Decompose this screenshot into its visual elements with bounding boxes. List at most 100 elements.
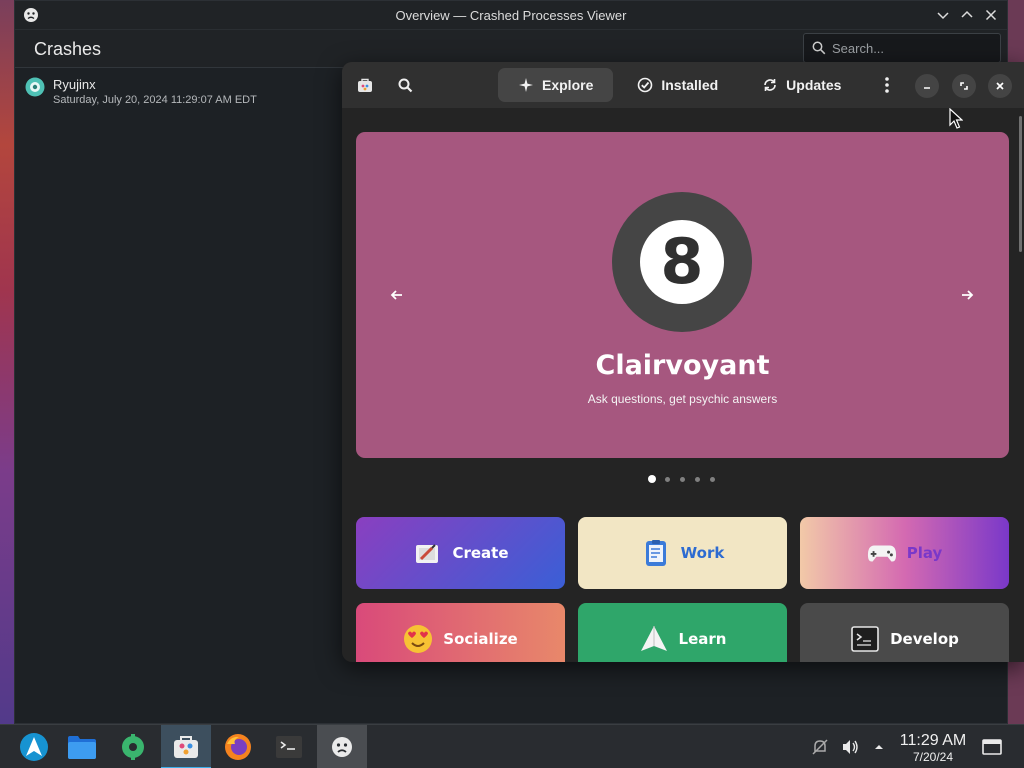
terminal-icon — [850, 624, 880, 654]
arrow-right-icon — [962, 290, 974, 300]
tray-expand-button[interactable] — [869, 737, 889, 757]
create-icon — [412, 538, 442, 568]
carousel-indicator — [648, 475, 716, 483]
arch-linux-icon — [20, 733, 48, 761]
category-create[interactable]: Create — [356, 517, 565, 589]
taskbar-terminal[interactable] — [264, 725, 314, 768]
view-switcher: Explore Installed Updates — [498, 68, 861, 102]
application-launcher-button[interactable] — [9, 725, 59, 768]
crash-timestamp: Saturday, July 20, 2024 11:29:07 AM EDT — [53, 94, 257, 106]
close-icon — [996, 82, 1004, 90]
main-menu-button[interactable] — [876, 74, 898, 96]
speaker-icon — [843, 740, 858, 754]
tray-volume[interactable] — [840, 737, 860, 757]
refresh-icon — [764, 79, 777, 91]
category-work[interactable]: Work — [578, 517, 787, 589]
arrow-left-icon — [390, 290, 402, 300]
store-headerbar: Explore Installed Updates — [342, 62, 1024, 108]
crash-list: Ryujinx Saturday, July 20, 2024 11:29:07… — [15, 69, 345, 114]
check-circle-icon — [638, 77, 653, 93]
gear-icon — [122, 734, 144, 760]
smiley-hearts-icon — [403, 624, 433, 654]
tab-explore[interactable]: Explore — [498, 68, 614, 102]
close-icon — [985, 9, 997, 21]
store-maximize-button[interactable] — [952, 74, 976, 98]
category-label: Play — [906, 544, 943, 562]
carousel-dot[interactable] — [708, 475, 716, 483]
search-icon — [398, 78, 412, 92]
carousel-dot[interactable] — [648, 475, 656, 483]
clipboard-icon — [641, 538, 671, 568]
list-item[interactable]: Ryujinx Saturday, July 20, 2024 11:29:07… — [15, 69, 345, 114]
taskbar-file-manager[interactable] — [57, 725, 107, 768]
maximize-icon — [960, 82, 968, 90]
tab-installed[interactable]: Installed — [617, 68, 738, 102]
search-icon — [812, 41, 826, 55]
taskbar: 11:29 AM 7/20/24 — [0, 724, 1024, 768]
carousel-dot[interactable] — [678, 475, 686, 483]
tab-label: Updates — [786, 77, 842, 93]
store-bag-icon — [174, 736, 198, 758]
firefox-icon — [225, 734, 251, 760]
category-learn[interactable]: Learn — [578, 603, 787, 662]
desktop-icon — [982, 739, 1002, 755]
kebab-menu-icon — [885, 77, 889, 93]
featured-app-logo: 8 — [612, 192, 752, 332]
carousel-next-button[interactable] — [956, 284, 978, 306]
store-minimize-button[interactable] — [915, 74, 939, 98]
minimize-button[interactable] — [933, 5, 953, 25]
gamepad-icon — [867, 538, 897, 568]
software-store-window: Explore Installed Updates 8 Clairvoyant … — [342, 62, 1024, 662]
page-title: Crashes — [34, 39, 102, 59]
magic-8-ball-icon: 8 — [640, 220, 724, 304]
maximize-button[interactable] — [957, 5, 977, 25]
taskbar-crash-viewer[interactable] — [317, 725, 367, 768]
store-app-icon — [354, 74, 376, 96]
category-develop[interactable]: Develop — [800, 603, 1009, 662]
category-play[interactable]: Play — [800, 517, 1009, 589]
chevron-up-icon — [961, 10, 973, 18]
featured-app-name: Clairvoyant — [595, 350, 770, 381]
taskbar-software-store[interactable] — [161, 725, 211, 768]
featured-carousel[interactable]: 8 Clairvoyant Ask questions, get psychic… — [356, 132, 1009, 458]
chevron-down-icon — [937, 12, 949, 20]
tab-updates[interactable]: Updates — [742, 68, 861, 102]
window-titlebar[interactable]: Overview — Crashed Processes Viewer — [15, 1, 1007, 30]
digital-clock[interactable]: 11:29 AM 7/20/24 — [896, 732, 970, 764]
store-close-button[interactable] — [988, 74, 1012, 98]
tab-label: Installed — [661, 77, 719, 93]
search-button[interactable] — [394, 74, 416, 96]
category-label: Create — [452, 544, 509, 562]
category-socialize[interactable]: Socialize — [356, 603, 565, 662]
show-desktop-button[interactable] — [982, 737, 1002, 757]
search-field[interactable] — [803, 33, 1001, 63]
clock-time: 11:29 AM — [899, 732, 967, 749]
carousel-dot[interactable] — [663, 475, 671, 483]
clock-date: 7/20/24 — [912, 750, 954, 764]
tab-label: Explore — [542, 77, 594, 93]
category-label: Socialize — [443, 630, 518, 648]
tray-notifications-muted[interactable] — [810, 737, 830, 757]
sparkle-icon — [519, 78, 533, 92]
window-title: Overview — Crashed Processes Viewer — [395, 7, 627, 23]
minimize-icon — [924, 87, 930, 89]
caret-up-icon — [875, 745, 883, 749]
category-label: Learn — [678, 630, 727, 648]
carousel-dot[interactable] — [693, 475, 701, 483]
taskbar-system-settings[interactable] — [108, 725, 158, 768]
folder-icon — [68, 736, 96, 759]
ryujinx-app-icon — [25, 77, 45, 97]
scrollbar[interactable] — [1019, 116, 1022, 252]
taskbar-firefox[interactable] — [213, 725, 263, 768]
paper-plane-icon — [639, 624, 669, 654]
bell-muted-icon — [812, 739, 828, 755]
sad-face-icon — [332, 737, 352, 757]
mouse-pointer-icon — [949, 107, 964, 135]
category-label: Work — [680, 544, 725, 562]
category-label: Develop — [890, 630, 959, 648]
terminal-icon — [276, 736, 302, 758]
search-input[interactable] — [832, 40, 992, 56]
carousel-previous-button[interactable] — [386, 284, 408, 306]
crash-app-name: Ryujinx — [53, 77, 96, 92]
close-button[interactable] — [981, 5, 1001, 25]
